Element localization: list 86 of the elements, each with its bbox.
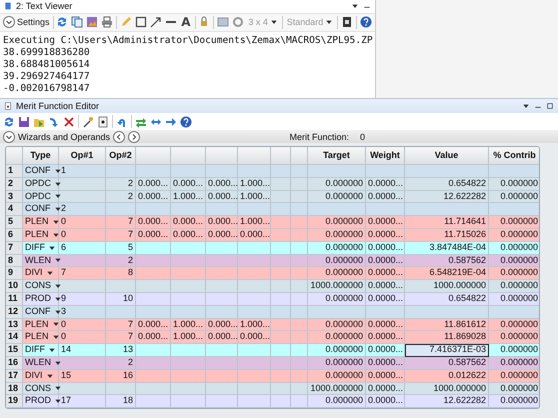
row-number: 6 [6,228,23,242]
text-tool-button[interactable]: A [180,16,192,28]
operand-type[interactable]: WLEN [25,356,52,369]
operand-type[interactable]: WLEN [25,254,52,266]
operand-type[interactable]: CONF [25,165,50,177]
settings-button[interactable]: Settings [3,16,50,28]
row-number: 3 [6,190,23,204]
wand-icon[interactable] [82,116,94,128]
section-label: Wizards and Operands [18,132,110,142]
operand-type[interactable]: CONS [25,280,52,292]
operand-type[interactable]: CONF [25,306,50,318]
row-number: 19 [6,395,23,408]
operand-type[interactable]: OPDC [25,178,52,190]
insert-icon[interactable] [48,116,60,128]
output-line: Executing C:\Users\Administrator\Documents\Zemax\MACROS\ZPL95.ZP [3,35,372,47]
row-number: 15 [6,344,23,357]
operand-type[interactable]: PLEN [25,331,49,344]
refresh-icon[interactable] [56,16,68,28]
table-cell: 0.000000 [308,395,366,408]
arrow-icon[interactable] [150,16,162,28]
row-number: 18 [6,382,23,396]
row-number: 2 [6,178,23,191]
expand-icon[interactable] [3,130,15,142]
chevron-icon [3,16,15,28]
merit-value: 0 [360,132,365,142]
row-number: 11 [6,292,23,306]
row-number: 14 [6,331,23,344]
output-line: 39.296927464177 [3,71,91,83]
row-number: 1 [6,165,23,178]
previous-icon[interactable] [113,130,126,142]
help-icon[interactable] [360,16,372,28]
operand-type[interactable]: PLEN [25,228,49,241]
dropdown-icon[interactable] [522,102,530,110]
operand-type[interactable]: CONS [25,382,52,394]
save-icon[interactable] [18,116,30,128]
caret-icon [325,18,334,26]
table-cell: 18 [106,395,136,408]
row-number: 13 [6,318,23,332]
operand-type[interactable]: DIVI [25,267,43,280]
table-cell: 12.622282 [405,395,489,408]
arrow-icon[interactable] [165,116,177,128]
refresh-icon[interactable] [3,116,15,128]
operand-type[interactable]: DIVI [25,370,43,382]
output-line: -0.002016798147 [3,83,91,95]
output-line: 38.699918836280 [3,47,91,59]
table-cell: 0.0000... [366,395,405,408]
row-number: 8 [6,254,23,268]
dropdown-icon[interactable] [351,2,359,10]
output-line: 38.688481005614 [3,59,91,71]
rectangle-icon[interactable] [135,16,148,28]
document-icon[interactable] [97,116,109,128]
operand-type[interactable]: CONF [25,203,50,216]
row-number: 5 [6,216,23,229]
window-icon[interactable] [217,16,230,28]
window-icon [4,102,12,110]
row-number: 16 [6,356,23,370]
operand-type[interactable]: DIFF [25,242,45,254]
window-title: Merit Function Editor [16,101,100,111]
operand-type[interactable]: OPDC [25,190,52,202]
operand-type[interactable]: PROD [25,395,52,408]
row-number: 17 [6,370,23,383]
table-cell: 0.000000 [489,395,539,408]
print-icon[interactable] [101,16,114,28]
table-cell: 7.416371E-03 [405,344,489,357]
operand-type[interactable]: PLEN [25,318,49,330]
help-icon[interactable] [180,116,192,128]
row-number: 7 [6,242,23,255]
operand-type[interactable]: PROD [25,292,52,305]
table-cell: 17 [59,395,106,408]
row-number: 4 [6,203,23,216]
copy-icon[interactable] [71,16,84,28]
swap-icon[interactable] [135,116,147,128]
row-number: 10 [6,280,23,293]
next-icon[interactable] [128,130,140,142]
window-icon [4,2,12,10]
row-number: 12 [6,306,23,319]
window-title: 2: Text Viewer [16,1,72,12]
frame-icon[interactable] [341,16,354,28]
operand-type[interactable]: PLEN [25,216,49,228]
operand-type[interactable]: DIFF [25,344,45,356]
caret-icon [270,18,278,26]
merit-label: Merit Function: [289,132,349,142]
maximize-icon[interactable] [546,102,554,110]
save-image-icon[interactable] [86,16,98,28]
delete-icon[interactable] [63,116,75,128]
row-number: 9 [6,267,23,280]
